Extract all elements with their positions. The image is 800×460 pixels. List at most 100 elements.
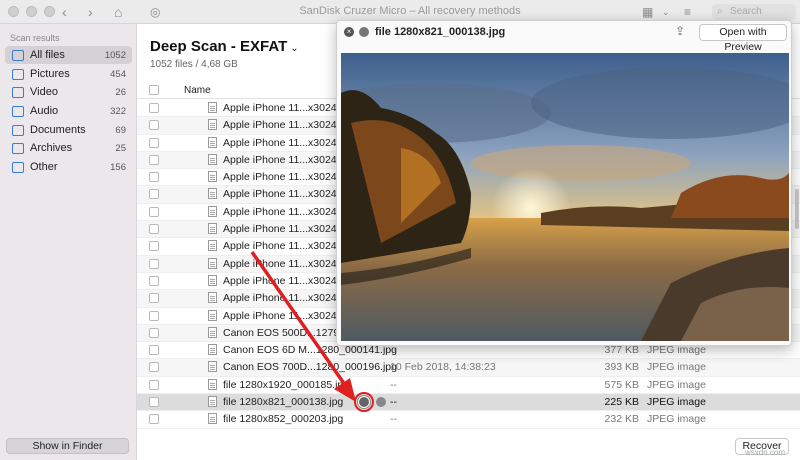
file-name: Apple iPhone 11...x3024_0 bbox=[223, 102, 349, 114]
file-date: 10 Feb 2018, 14:38:23 bbox=[390, 361, 496, 374]
sidebar-item-audio[interactable]: Audio 322 bbox=[5, 102, 132, 120]
file-type: JPEG image bbox=[647, 396, 706, 409]
preview-eye-icon[interactable] bbox=[358, 396, 370, 409]
preview-image bbox=[341, 53, 789, 341]
documents-icon bbox=[12, 124, 24, 136]
sidebar-item-count: 26 bbox=[115, 86, 126, 98]
scan-summary: 1052 files / 4,68 GB bbox=[150, 59, 238, 70]
sidebar-item-all-files[interactable]: All files 1052 bbox=[5, 46, 132, 64]
file-name: Apple iPhone 11...x3024_0 bbox=[223, 292, 349, 305]
file-size: 575 KB bbox=[604, 378, 639, 391]
row-checkbox[interactable] bbox=[149, 103, 159, 113]
row-checkbox[interactable] bbox=[149, 275, 159, 286]
file-type: JPEG image bbox=[647, 361, 706, 374]
file-type: JPEG image bbox=[647, 378, 706, 391]
file-icon bbox=[208, 205, 217, 217]
other-icon bbox=[12, 161, 24, 173]
file-size: 225 KB bbox=[604, 396, 639, 409]
file-icon bbox=[208, 223, 217, 235]
file-icon bbox=[208, 378, 217, 390]
close-window-button[interactable] bbox=[8, 6, 19, 17]
row-checkbox[interactable] bbox=[149, 293, 159, 304]
file-name: Apple iPhone 11...x3024_0 bbox=[223, 240, 349, 253]
file-size: 232 KB bbox=[604, 413, 639, 426]
row-checkbox[interactable] bbox=[149, 397, 159, 408]
row-checkbox[interactable] bbox=[149, 414, 159, 425]
file-name: Apple iPhone 11...x3024_0 bbox=[223, 257, 349, 270]
column-header-name[interactable]: Name bbox=[184, 85, 211, 96]
window-controls bbox=[8, 6, 55, 17]
open-with-preview-button[interactable]: Open with Preview bbox=[699, 24, 787, 53]
zoom-window-button[interactable] bbox=[44, 6, 55, 17]
file-size: 393 KB bbox=[604, 361, 639, 374]
video-icon bbox=[12, 86, 24, 98]
file-icon bbox=[208, 326, 217, 338]
sidebar-item-video[interactable]: Video 26 bbox=[5, 83, 132, 101]
file-date: -- bbox=[390, 413, 397, 426]
tag-icon[interactable] bbox=[359, 27, 369, 37]
file-icon bbox=[208, 361, 217, 373]
sidebar-item-documents[interactable]: Documents 69 bbox=[5, 121, 132, 139]
play-icon[interactable]: ◎ bbox=[150, 3, 160, 21]
sidebar-item-archives[interactable]: Archives 25 bbox=[5, 139, 132, 157]
chevron-down-icon[interactable]: ⌄ bbox=[662, 3, 670, 21]
search-placeholder: Search bbox=[730, 6, 762, 17]
view-mode-icon[interactable]: ▦ bbox=[642, 3, 653, 21]
window-title: SanDisk Cruzer Micro – All recovery meth… bbox=[299, 5, 521, 17]
row-checkbox[interactable] bbox=[149, 224, 159, 235]
close-preview-icon[interactable]: × bbox=[344, 27, 354, 37]
file-icon bbox=[208, 136, 217, 148]
row-checkbox[interactable] bbox=[149, 206, 159, 217]
file-name: Apple iPhone 11...x3024_0 bbox=[223, 223, 349, 236]
archives-icon bbox=[12, 142, 24, 154]
row-checkbox[interactable] bbox=[149, 172, 159, 183]
row-checkbox[interactable] bbox=[149, 327, 159, 338]
search-icon: ⌕ bbox=[717, 6, 723, 17]
row-checkbox[interactable] bbox=[149, 362, 159, 373]
table-row[interactable]: file 1280x821_000138.jpg -- 225 KB JPEG ima… bbox=[137, 392, 800, 413]
sidebar-item-label: Pictures bbox=[30, 68, 70, 80]
file-icon bbox=[208, 257, 217, 269]
pictures-icon bbox=[12, 68, 24, 80]
file-name: file 1280x821_000138.jpg bbox=[223, 396, 344, 409]
row-checkbox[interactable] bbox=[149, 137, 159, 148]
home-icon[interactable]: ⌂ bbox=[114, 3, 122, 21]
row-checkbox[interactable] bbox=[149, 120, 159, 131]
row-checkbox[interactable] bbox=[149, 310, 159, 321]
row-checkbox[interactable] bbox=[149, 379, 159, 390]
back-icon[interactable]: ‹ bbox=[62, 3, 67, 21]
share-icon[interactable]: ⇪ bbox=[675, 24, 685, 38]
row-checkbox[interactable] bbox=[149, 345, 159, 356]
row-checkbox[interactable] bbox=[149, 154, 159, 165]
minimize-window-button[interactable] bbox=[26, 6, 37, 17]
sidebar-item-label: Audio bbox=[30, 105, 59, 117]
preview-title: file 1280x821_000138.jpg bbox=[375, 26, 506, 38]
file-name: Apple iPhone 11...x3024_0 bbox=[223, 153, 349, 166]
file-name: Apple iPhone 11...x3024_0 bbox=[223, 188, 349, 201]
scan-title-dropdown[interactable]: Deep Scan - EXFAT ⌄ bbox=[150, 38, 299, 55]
file-icon bbox=[208, 292, 217, 304]
file-icon bbox=[208, 119, 217, 131]
sidebar-item-count: 454 bbox=[110, 68, 126, 80]
show-in-finder-button[interactable]: Show in Finder bbox=[6, 438, 129, 454]
table-row[interactable]: Canon EOS 700D...1280_000196.jpg 10 Feb 2… bbox=[137, 359, 800, 377]
file-icon bbox=[208, 413, 217, 425]
file-icon bbox=[208, 396, 217, 408]
table-row[interactable]: file 1280x1920_000185.jpg -- 575 KB JPEG im… bbox=[137, 377, 800, 395]
watermark: wsxdn.com bbox=[745, 448, 786, 457]
row-checkbox[interactable] bbox=[149, 241, 159, 252]
table-row[interactable]: file 1280x852_000203.jpg -- 232 KB JPEG ima… bbox=[137, 411, 800, 429]
select-all-checkbox[interactable] bbox=[149, 85, 159, 95]
file-icon bbox=[208, 240, 217, 252]
row-checkbox[interactable] bbox=[149, 258, 159, 269]
file-name: Apple iPhone 11...x3024_0 bbox=[223, 309, 349, 322]
sidebar-item-other[interactable]: Other 156 bbox=[5, 158, 132, 176]
filter-icon[interactable]: ≡ bbox=[684, 3, 691, 21]
row-checkbox[interactable] bbox=[149, 189, 159, 200]
file-icon bbox=[208, 171, 217, 183]
forward-icon[interactable]: › bbox=[88, 3, 93, 21]
tag-icon[interactable] bbox=[376, 397, 386, 408]
scrollbar[interactable] bbox=[795, 189, 799, 229]
search-input[interactable]: ⌕ Search bbox=[712, 4, 796, 20]
sidebar-item-pictures[interactable]: Pictures 454 bbox=[5, 65, 132, 83]
